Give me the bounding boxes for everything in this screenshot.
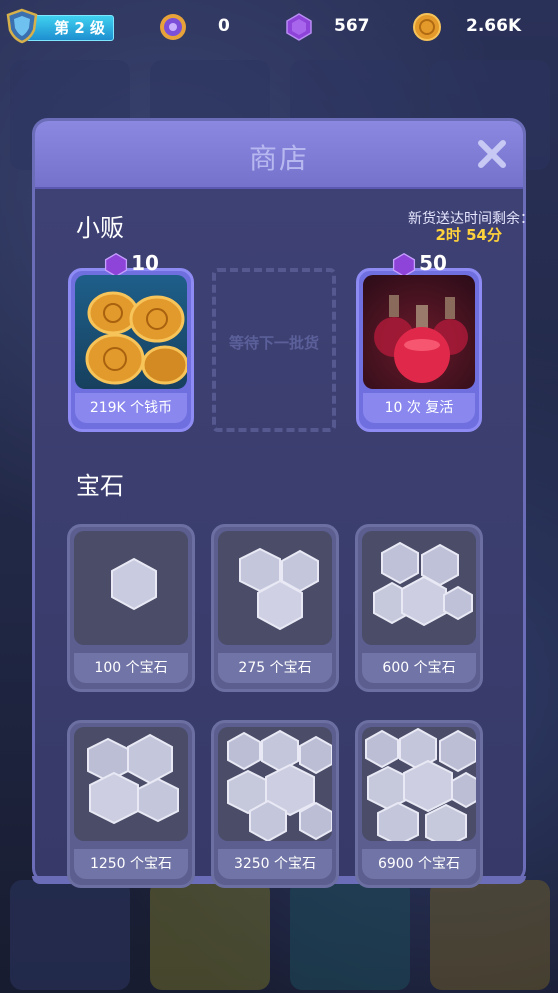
gem-pack-label: 600 个宝石	[362, 653, 476, 683]
gem-cluster-icon	[362, 531, 476, 645]
gem-pack-card[interactable]: 6900 个宝石	[355, 720, 483, 888]
gem-cluster-icon	[218, 727, 332, 841]
board-tile	[150, 880, 270, 990]
shield-icon	[6, 8, 38, 44]
gem-pack-card[interactable]: 275 个宝石	[211, 524, 339, 692]
gem-cluster-icon	[362, 727, 476, 841]
gems-section-title: 宝石	[76, 472, 124, 500]
restock-timer-value: 2时 54分	[435, 226, 502, 244]
gem-pack-label: 275 个宝石	[218, 653, 332, 683]
gem-pack-card[interactable]: 1250 个宝石	[67, 720, 195, 888]
gem-pack-card[interactable]: 3250 个宝石	[211, 720, 339, 888]
lives-orb-icon	[160, 14, 186, 40]
level-badge[interactable]: 第 2 级	[26, 15, 114, 41]
coin-pile-icon	[75, 275, 187, 389]
gem-pack-label: 1250 个宝石	[74, 849, 188, 879]
board-tile	[290, 880, 410, 990]
offer-price: 10	[71, 251, 191, 278]
offer-card-coins[interactable]: 10 219K 个钱币	[68, 251, 194, 432]
offer-card-revives[interactable]: 50 10 次 复活	[356, 251, 482, 432]
gem-icon	[393, 252, 416, 277]
empty-offer-slot: 等待下一批货	[212, 268, 336, 432]
close-icon[interactable]	[475, 137, 509, 171]
offer-price-value: 10	[131, 251, 159, 275]
shop-header: 商店	[35, 121, 523, 189]
vendor-section-title: 小贩	[76, 214, 124, 242]
shop-title: 商店	[248, 142, 309, 175]
coin-icon	[413, 13, 441, 41]
gem-icon	[105, 252, 128, 277]
gem-pack-card[interactable]: 600 个宝石	[355, 524, 483, 692]
offer-label: 219K 个钱币	[75, 393, 187, 423]
lives-count: 0	[218, 16, 230, 36]
offer-price: 50	[359, 251, 479, 278]
gem-pack-label: 100 个宝石	[74, 653, 188, 683]
gem-cluster-icon	[74, 531, 188, 645]
offer-label: 10 次 复活	[363, 393, 475, 423]
empty-slot-text: 等待下一批货	[228, 334, 319, 352]
gem-pack-label: 6900 个宝石	[362, 849, 476, 879]
potion-icon	[363, 275, 475, 389]
gem-cluster-icon	[74, 727, 188, 841]
gem-icon	[286, 13, 312, 41]
gem-cluster-icon	[218, 531, 332, 645]
gems-count: 567	[334, 16, 370, 36]
gem-pack-label: 3250 个宝石	[218, 849, 332, 879]
gem-pack-card[interactable]: 100 个宝石	[67, 524, 195, 692]
coins-count: 2.66K	[466, 16, 522, 36]
offer-price-value: 50	[419, 251, 447, 275]
board-tile	[430, 880, 550, 990]
board-tile	[10, 880, 130, 990]
top-hud: 第 2 级 0 567 2.66K	[0, 0, 558, 56]
